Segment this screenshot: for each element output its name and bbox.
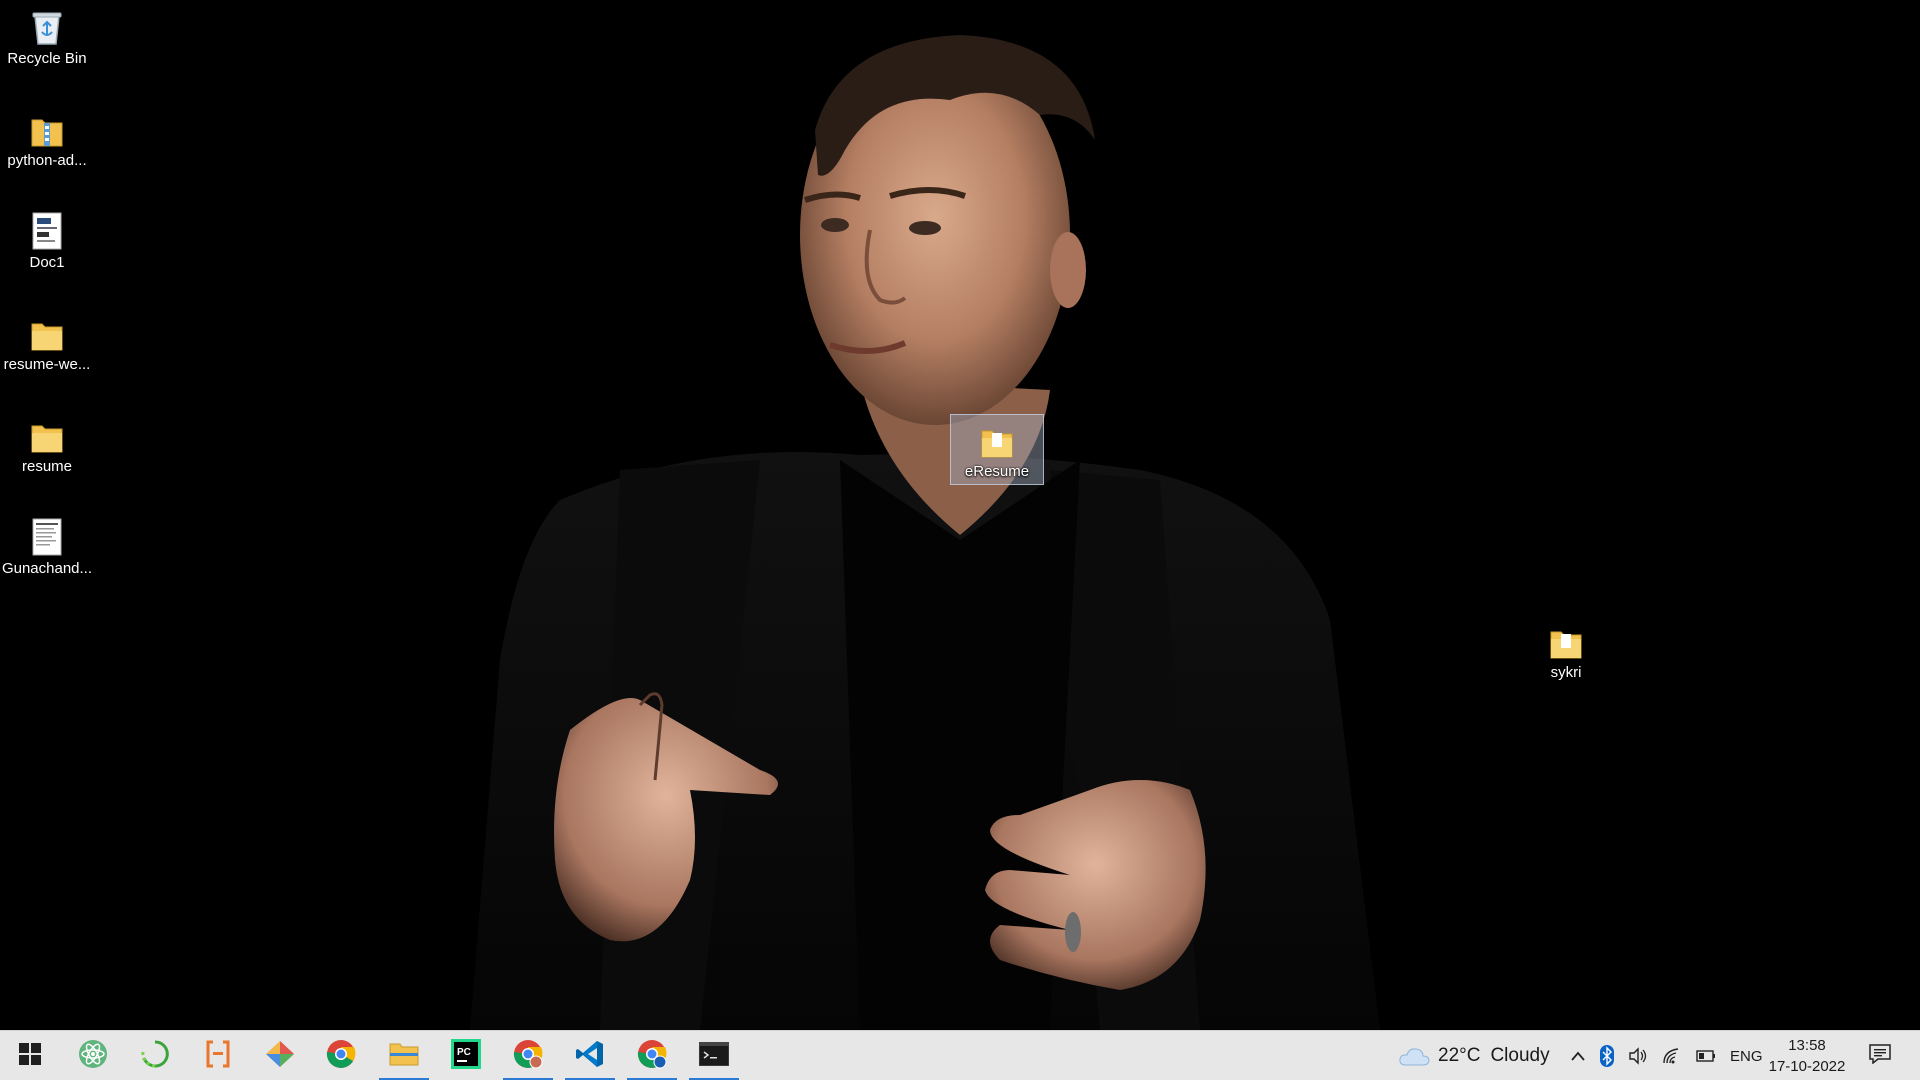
folder-icon <box>389 1041 419 1072</box>
wifi-icon[interactable] <box>1662 1047 1682 1065</box>
desktop-icon-label: python-ad... <box>7 152 87 169</box>
chrome-icon <box>513 1039 543 1074</box>
taskbar-brackets[interactable] <box>193 1031 243 1080</box>
notification-icon <box>1869 1043 1891 1069</box>
taskbar-file-explorer[interactable] <box>379 1031 429 1080</box>
desktop-icon-label: Recycle Bin <box>7 50 87 67</box>
desktop-icon-eresume[interactable]: eResume <box>950 414 1044 485</box>
folder-icon <box>27 414 67 454</box>
desktop-icon-recycle-bin[interactable]: Recycle Bin <box>0 6 94 68</box>
language-indicator[interactable]: ENG <box>1730 1048 1763 1065</box>
chevron-up-icon[interactable] <box>1570 1050 1586 1062</box>
folder-icon <box>977 419 1017 459</box>
taskbar-git[interactable] <box>255 1031 305 1080</box>
folder-icon <box>1546 620 1586 660</box>
pycharm-icon: PC <box>451 1038 481 1074</box>
taskbar: PC 22°C Cloudy ENG 13:58 17-10-2022 <box>0 1030 1920 1080</box>
taskbar-chrome-profile[interactable] <box>503 1031 553 1080</box>
document-icon <box>27 210 67 250</box>
desktop-icon-resume-we[interactable]: resume-we... <box>0 312 94 374</box>
system-tray: ENG <box>1570 1031 1763 1080</box>
taskbar-terminal[interactable] <box>689 1031 739 1080</box>
taskbar-refresh-app[interactable] <box>130 1031 180 1080</box>
weather-condition: Cloudy <box>1490 1045 1550 1066</box>
desktop-icon-label: sykri <box>1550 664 1582 681</box>
taskbar-pycharm[interactable]: PC <box>441 1031 491 1080</box>
desktop-icon-label: Gunachand... <box>1 560 93 577</box>
notification-button[interactable] <box>1855 1031 1905 1080</box>
clock-time: 13:58 <box>1788 1037 1826 1054</box>
vscode-icon <box>575 1039 605 1074</box>
svg-text:PC: PC <box>457 1047 471 1058</box>
desktop-icon-label: eResume <box>964 463 1030 480</box>
desktop-icon-doc1[interactable]: Doc1 <box>0 210 94 272</box>
diamond-icon <box>264 1039 296 1074</box>
clock[interactable]: 13:58 17-10-2022 <box>1762 1035 1852 1077</box>
weather-widget[interactable]: 22°C Cloudy <box>1398 1031 1550 1080</box>
desktop-icon-python-ad[interactable]: python-ad... <box>0 108 94 170</box>
desktop-wallpaper <box>0 0 1920 1030</box>
terminal-icon <box>698 1041 730 1071</box>
volume-icon[interactable] <box>1628 1047 1648 1065</box>
clock-date: 17-10-2022 <box>1768 1058 1846 1075</box>
atom-icon <box>78 1039 108 1074</box>
desktop-icon-label: resume <box>21 458 73 475</box>
weather-temp: 22°C <box>1438 1045 1481 1066</box>
zip-folder-icon <box>27 108 67 148</box>
chrome-icon <box>326 1039 356 1074</box>
chrome-icon <box>637 1039 667 1074</box>
cloud-icon <box>1398 1045 1430 1067</box>
circular-arrows-icon <box>140 1039 170 1074</box>
taskbar-atom[interactable] <box>68 1031 118 1080</box>
battery-icon[interactable] <box>1696 1049 1716 1063</box>
recycle-bin-icon <box>27 6 67 46</box>
start-button[interactable] <box>5 1031 55 1080</box>
desktop-icon-gunachand[interactable]: Gunachand... <box>0 516 94 578</box>
folder-icon <box>27 312 67 352</box>
taskbar-chrome-alt[interactable] <box>627 1031 677 1080</box>
windows-start-icon <box>19 1042 41 1070</box>
document-icon <box>27 516 67 556</box>
brackets-icon <box>204 1039 232 1074</box>
desktop-icon-label: resume-we... <box>3 356 91 373</box>
taskbar-vscode[interactable] <box>565 1031 615 1080</box>
bluetooth-icon[interactable] <box>1600 1045 1614 1067</box>
desktop-icon-sykri[interactable]: sykri <box>1519 620 1613 682</box>
taskbar-chrome[interactable] <box>316 1031 366 1080</box>
desktop-icon-resume[interactable]: resume <box>0 414 94 476</box>
desktop-icon-label: Doc1 <box>29 254 65 271</box>
